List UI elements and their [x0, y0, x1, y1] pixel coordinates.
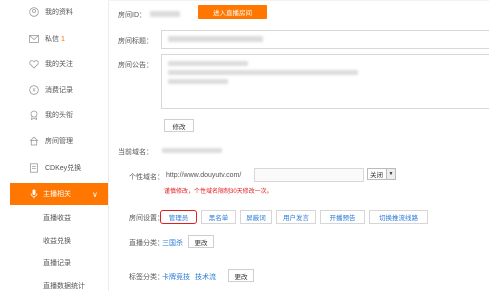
sidebar-item-label: 消费记录: [45, 87, 73, 94]
notice-line-redacted: [168, 79, 228, 84]
room-settings-label: 房间设置：: [129, 215, 164, 222]
sidebar-item-label: 我的头衔: [45, 112, 73, 119]
room-title-label: 房间标题：: [118, 38, 153, 45]
tags-change-button[interactable]: 更改: [228, 269, 254, 282]
notice-modify-button[interactable]: 修改: [164, 119, 194, 132]
room-id-label: 房间ID：: [118, 12, 146, 19]
user-circle-icon: [29, 7, 39, 17]
tab-live-preview[interactable]: 开播预告: [320, 210, 365, 224]
svg-text:¥: ¥: [33, 88, 36, 94]
tab-user-speech[interactable]: 用户发言: [276, 210, 316, 224]
sidebar-item-titles[interactable]: 我的头衔: [0, 104, 108, 126]
sidebar-item-profile[interactable]: 我的资料: [0, 1, 108, 23]
unread-badge: 1: [61, 36, 65, 43]
custom-domain-prefix: http://www.douyutv.com/: [166, 172, 242, 179]
sidebar-item-spending[interactable]: ¥ 消费记录: [0, 79, 108, 101]
card-icon: [29, 163, 39, 173]
live-category-label: 直播分类：: [129, 240, 164, 247]
custom-domain-input[interactable]: [254, 168, 364, 182]
enter-live-room-button[interactable]: 进入直播房间: [198, 5, 267, 19]
sidebar-subitem-stats[interactable]: 直播数据统计: [43, 281, 85, 291]
sidebar-item-room-manage[interactable]: 房间管理: [0, 130, 108, 152]
chevron-down-icon: ∨: [92, 189, 98, 199]
sidebar-item-following[interactable]: 我的关注: [0, 53, 108, 75]
tab-blocked-words[interactable]: 屏蔽词: [240, 210, 272, 224]
tags-label: 标签分类：: [129, 274, 164, 281]
custom-domain-select[interactable]: 关闭 ▼: [367, 168, 396, 180]
house-icon: [29, 136, 39, 146]
custom-domain-label: 个性域名：: [129, 174, 164, 181]
sidebar-subitem-records[interactable]: 直播记录: [43, 258, 71, 268]
dropdown-arrow-icon: ▼: [386, 169, 395, 179]
tab-admin[interactable]: 管理员: [160, 210, 197, 224]
sidebar-subitem-revenue[interactable]: 直播收益: [43, 213, 71, 223]
room-id-value-redacted: [150, 11, 180, 17]
sidebar-item-streamer[interactable]: 主播相关 ∨: [10, 183, 108, 205]
sidebar-item-cdkey[interactable]: CDKey兑换: [0, 157, 108, 179]
custom-domain-warning: 谨慎修改，个性域名限制30天修改一次。: [164, 189, 273, 195]
room-notice-textarea[interactable]: [161, 54, 489, 109]
sidebar-item-label: 我的资料: [45, 9, 73, 16]
current-domain-redacted: [162, 148, 222, 153]
sidebar-item-label: 主播相关: [43, 191, 71, 198]
category-change-button[interactable]: 更改: [188, 235, 214, 248]
tab-blacklist[interactable]: 黑名单: [201, 210, 236, 224]
tag-link[interactable]: 卡牌竞技: [162, 272, 190, 282]
sidebar-item-label: 房间管理: [45, 138, 73, 145]
room-title-redacted: [168, 36, 263, 42]
microphone-icon: [29, 189, 39, 199]
sidebar: 我的资料 私信1 我的关注 ¥ 消费记录 我的头衔 房间管理 CDKey兑换: [0, 0, 109, 291]
live-category-link[interactable]: 三国杀: [162, 238, 183, 248]
medal-icon: [29, 110, 39, 120]
room-title-input[interactable]: [161, 30, 489, 49]
sidebar-item-label: CDKey兑换: [45, 165, 82, 172]
divider: [108, 0, 489, 1]
heart-icon: [29, 59, 39, 69]
notice-line-redacted: [168, 70, 358, 75]
select-value: 关闭: [370, 172, 383, 179]
tag-link[interactable]: 技术流: [195, 272, 216, 282]
room-notice-label: 房间公告：: [118, 62, 153, 69]
sidebar-subitem-exchange[interactable]: 收益兑换: [43, 236, 71, 246]
coin-icon: ¥: [29, 85, 39, 95]
sidebar-item-label: 我的关注: [45, 61, 73, 68]
mail-icon: [29, 34, 39, 44]
current-domain-label: 当前域名：: [118, 149, 153, 156]
notice-line-redacted: [168, 61, 248, 66]
tab-switch-stream-line[interactable]: 切换推流线路: [369, 210, 428, 224]
sidebar-item-label: 私信: [45, 36, 59, 43]
sidebar-item-messages[interactable]: 私信 1: [0, 28, 108, 50]
